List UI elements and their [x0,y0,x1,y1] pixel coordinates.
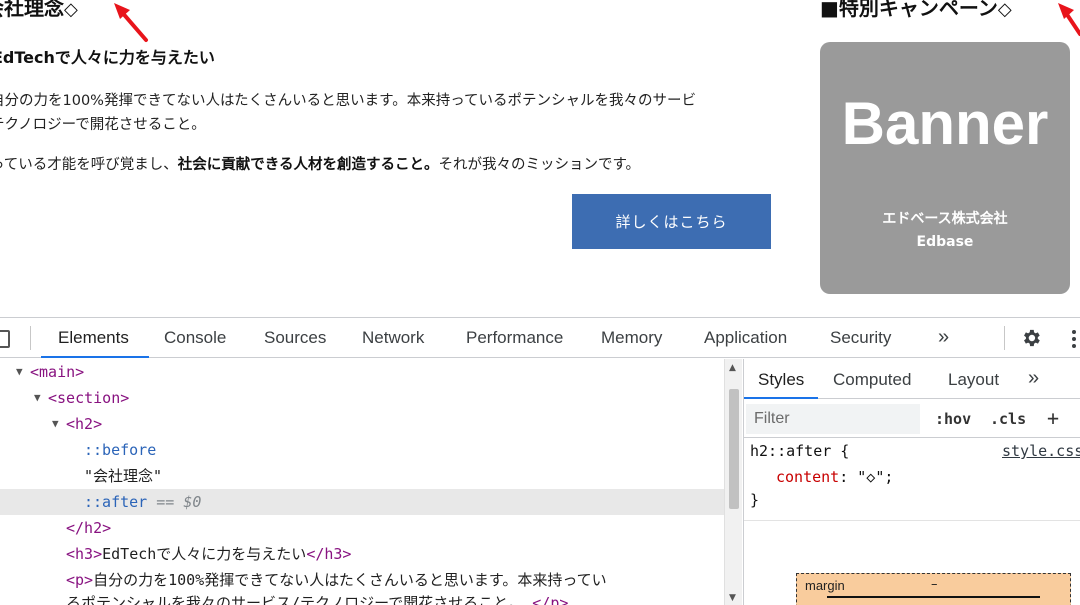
rule-close-brace: } [750,491,760,509]
tab-elements[interactable]: Elements [58,328,129,348]
tab-memory[interactable]: Memory [601,328,662,348]
tree-row-p-cont[interactable]: るポテンシャルを我々のサービス/テクノロジーで開花させること。 </p> [0,590,724,605]
tree-row-before[interactable]: ::before [0,437,724,463]
tree-row-main[interactable]: ▼ <main> [0,359,724,385]
tab-separator [30,326,31,350]
box-model-margin-value: – [931,577,938,592]
red-arrow-icon [114,3,148,42]
elements-dom-tree[interactable]: ▼ <main> ▼ <section> ▼ <h2> ::before "会社… [0,359,724,605]
web-page-viewport: 会社理念◇ ■特別キャンペーン◇ EdTechで人々に力を与えたい 自分の力を1… [0,0,1080,316]
box-model-border-edge [827,596,1040,598]
tree-row-section[interactable]: ▼ <section> [0,385,724,411]
property-value: "◇"; [848,468,894,486]
tab-performance[interactable]: Performance [466,328,563,348]
red-arrow-icon [1058,3,1080,36]
css-rule-block: h2::after { style.css content: "◇"; } [744,439,1080,521]
mission-paragraph-line-2: テクノロジーで開花させること。 [0,117,206,133]
tab-application[interactable]: Application [704,328,787,348]
scrollbar-thumb[interactable] [729,389,739,509]
tree-row-h2[interactable]: ▼ <h2> [0,411,724,437]
expand-triangle-icon[interactable]: ▼ [16,359,23,385]
rule-selector: h2::after { [750,442,850,460]
banner-company: エドベース株式会社 [882,211,1008,227]
para2-pre: っている才能を呼び覚まし、 [0,157,178,173]
cls-toggle[interactable]: .cls [990,410,1026,428]
tab-separator [1004,326,1005,350]
tree-row-h3[interactable]: <h3>EdTechで人々に力を与えたい</h3> [0,541,724,567]
more-options-icon[interactable] [1068,328,1080,350]
h3-close-tag: </h3> [306,545,352,563]
tree-scrollbar[interactable]: ▲ ▼ [724,359,742,605]
mission-paragraph-line-1: 自分の力を100%発揮できてない人はたくさんいると思います。本来持っているポテン… [0,93,696,109]
eq-marker: == [156,493,175,511]
more-tabs-chevron-icon[interactable]: » [938,326,949,349]
new-rule-plus-icon[interactable]: + [1047,406,1059,430]
banner-company-en: Edbase [916,234,974,250]
rule-declaration[interactable]: content: "◇"; [776,468,893,486]
read-more-button[interactable]: 詳しくはこちら [572,194,771,249]
p-close-tag: </p> [532,594,569,605]
styles-sidebar: Styles Computed Layout » :hov .cls + h2:… [743,359,1080,605]
campaign-heading-text: ■特別キャンペーン [820,0,998,20]
p-text-line-2: るポテンシャルを我々のサービス/テクノロジーで開花させること。 [66,594,524,605]
section-tag: <section> [48,389,130,407]
tab-security[interactable]: Security [830,328,891,348]
styles-tab-bar: Styles Computed Layout » [744,359,1080,399]
before-pseudo: ::before [84,441,157,459]
active-tab-indicator [41,356,149,358]
expand-triangle-icon[interactable]: ▼ [52,411,59,437]
colon: : [839,468,849,486]
main-tag: <main> [30,363,85,381]
box-model-diagram[interactable]: margin – [796,573,1071,605]
more-sidebar-tabs-chevron-icon[interactable]: » [1028,367,1039,390]
tab-layout[interactable]: Layout [948,370,999,390]
h2-close-tag: </h2> [66,519,112,537]
para2-post: それが我々のミッションです。 [438,157,641,173]
text-node: "会社理念" [84,467,163,485]
tab-network[interactable]: Network [362,328,424,348]
dollar-zero: $0 [183,493,202,511]
special-campaign-heading: ■特別キャンペーン◇ [820,0,1012,21]
active-styles-tab-indicator [744,397,818,399]
devtools-panel: Elements Console Sources Network Perform… [0,317,1080,605]
para2-bold: 社会に貢献できる人材を創造すること。 [177,157,439,173]
tree-row-after-selected[interactable]: ::after == $0 [0,489,724,515]
tab-styles[interactable]: Styles [758,370,804,390]
property-name: content [776,468,840,486]
after-pseudo-diamond: ◇ [997,0,1012,20]
p-text-line-1: 自分の力を100%発揮できてない人はたくさんいると思います。本来持ってい [93,571,607,589]
gear-icon[interactable] [1020,327,1042,349]
p-open-tag: <p> [66,571,94,589]
p-node-cont: るポテンシャルを我々のサービス/テクノロジーで開花させること。 </p> [66,590,568,605]
tree-row-h2-close[interactable]: </h2> [0,515,724,541]
h3-node: <h3>EdTechで人々に力を与えたい</h3> [66,541,351,567]
after-pseudo-diamond: ◇ [64,0,78,20]
box-model-margin-label: margin [805,578,845,593]
company-philosophy-heading: 会社理念◇ [0,0,78,21]
h3-text: EdTechで人々に力を与えたい [102,545,307,563]
tab-console[interactable]: Console [164,328,226,348]
h3-open-tag: <h3> [66,545,103,563]
banner-title: Banner [841,90,1049,157]
heading-text: 会社理念 [0,0,64,20]
mission-paragraph-2: っている才能を呼び覚まし、社会に貢献できる人材を創造すること。それが我々のミッシ… [0,152,640,178]
expand-triangle-icon[interactable]: ▼ [34,385,41,411]
devtools-tab-bar: Elements Console Sources Network Perform… [0,318,1080,358]
styles-filter-input[interactable] [746,404,920,434]
tree-row-text[interactable]: "会社理念" [0,463,724,489]
stylesheet-link[interactable]: style.css [1002,442,1080,460]
scroll-up-icon[interactable]: ▲ [729,363,736,373]
campaign-banner[interactable]: Banner エドベース株式会社 Edbase [820,42,1070,294]
mission-subheading: EdTechで人々に力を与えたい [0,48,215,67]
after-node: ::after == $0 [84,489,201,515]
scroll-down-icon[interactable]: ▼ [729,593,736,603]
hov-toggle[interactable]: :hov [935,410,971,428]
h2-open-tag: <h2> [66,415,103,433]
tab-sources[interactable]: Sources [264,328,326,348]
tab-computed[interactable]: Computed [833,370,911,390]
styles-filter-bar: :hov .cls + [744,400,1080,438]
device-toolbar-icon[interactable] [0,330,10,348]
after-pseudo: ::after [84,493,148,511]
